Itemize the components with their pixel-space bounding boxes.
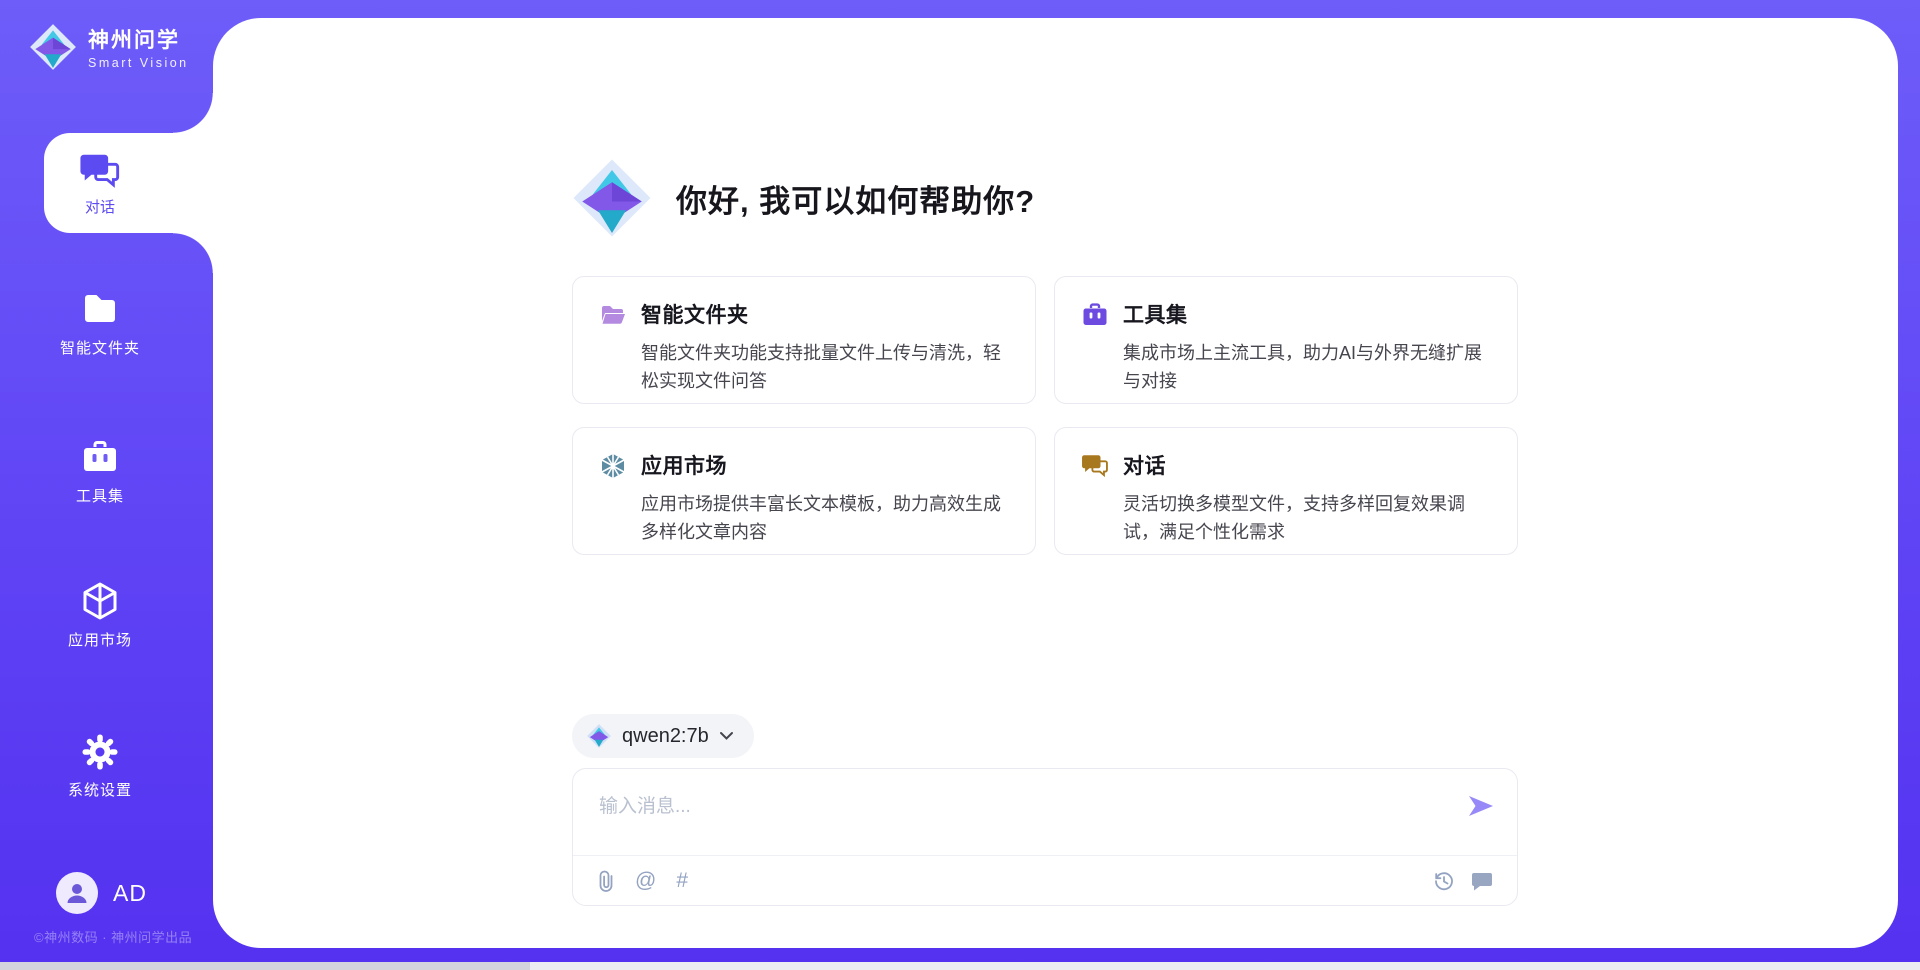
greeting-block: 你好, 我可以如何帮助你? (570, 156, 1035, 240)
horizontal-scrollbar[interactable] (0, 962, 1920, 970)
gear-icon (80, 732, 120, 772)
sidebar-item-label: 应用市场 (68, 629, 132, 650)
history-icon[interactable] (1433, 870, 1455, 892)
chevron-down-icon (719, 731, 734, 741)
user-profile[interactable]: AD (56, 872, 147, 914)
chat-icon (1081, 452, 1109, 478)
sidebar-item-app-market[interactable]: 应用市场 (0, 580, 200, 650)
topic-hash-icon[interactable]: # (676, 869, 688, 893)
card-description: 智能文件夹功能支持批量文件上传与清洗，轻松实现文件问答 (641, 340, 1011, 396)
message-composer: @ # (572, 768, 1518, 906)
sidebar-item-settings[interactable]: 系统设置 (0, 732, 200, 800)
sidebar-item-smart-folder[interactable]: 智能文件夹 (0, 290, 200, 358)
cube-grid-icon (599, 452, 627, 480)
attach-paperclip-icon[interactable] (597, 870, 615, 892)
chat-bubbles-icon (79, 150, 121, 190)
app-logo: 神州问学 Smart Vision (28, 22, 189, 72)
card-title: 应用市场 (641, 450, 1011, 480)
quick-reply-icon[interactable] (1471, 871, 1493, 891)
brand-diamond-icon (28, 22, 78, 72)
app-subtitle: Smart Vision (88, 56, 189, 70)
card-title: 智能文件夹 (641, 299, 1011, 329)
card-title: 工具集 (1123, 299, 1493, 329)
card-toolset[interactable]: 工具集 集成市场上主流工具，助力AI与外界无缝扩展与对接 (1054, 276, 1518, 404)
sidebar-item-label: 工具集 (76, 485, 124, 506)
folder-open-icon (599, 301, 627, 329)
card-app-market[interactable]: 应用市场 应用市场提供丰富长文本模板，助力高效生成多样化文章内容 (572, 427, 1036, 555)
sidebar-item-label: 对话 (85, 196, 115, 217)
send-icon[interactable] (1467, 793, 1495, 819)
card-description: 灵活切换多模型文件，支持多样回复效果调试，满足个性化需求 (1123, 491, 1493, 547)
sidebar-item-chat[interactable]: 对话 (44, 133, 213, 233)
scrollbar-thumb[interactable] (0, 962, 530, 970)
person-icon (64, 880, 90, 906)
feature-cards: 智能文件夹 智能文件夹功能支持批量文件上传与清洗，轻松实现文件问答 工具集 集成… (572, 276, 1518, 555)
greeting-title: 你好, 我可以如何帮助你? (676, 176, 1035, 221)
toolbox-icon (80, 438, 120, 478)
model-name: qwen2:7b (622, 725, 709, 748)
sidebar-item-toolset[interactable]: 工具集 (0, 438, 200, 506)
message-input[interactable] (599, 791, 1459, 849)
mention-icon[interactable]: @ (635, 869, 656, 893)
composer-toolbar: @ # (573, 855, 1517, 905)
cube-icon (79, 580, 121, 622)
briefcase-icon (1081, 301, 1109, 329)
card-chat[interactable]: 对话 灵活切换多模型文件，支持多样回复效果调试，满足个性化需求 (1054, 427, 1518, 555)
sidebar-item-label: 系统设置 (68, 779, 132, 800)
card-description: 集成市场上主流工具，助力AI与外界无缝扩展与对接 (1123, 340, 1493, 396)
card-description: 应用市场提供丰富长文本模板，助力高效生成多样化文章内容 (641, 491, 1011, 547)
app-title: 神州问学 (88, 24, 189, 54)
greeting-diamond-icon (570, 156, 654, 240)
sidebar-item-label: 智能文件夹 (60, 337, 140, 358)
model-diamond-icon (586, 723, 612, 749)
model-selector[interactable]: qwen2:7b (572, 714, 754, 758)
card-smart-folder[interactable]: 智能文件夹 智能文件夹功能支持批量文件上传与清洗，轻松实现文件问答 (572, 276, 1036, 404)
user-name: AD (113, 880, 147, 907)
copyright-text: ©神州数码 · 神州问学出品 (34, 927, 192, 946)
folder-icon (80, 290, 120, 330)
card-title: 对话 (1123, 450, 1493, 480)
avatar (56, 872, 98, 914)
